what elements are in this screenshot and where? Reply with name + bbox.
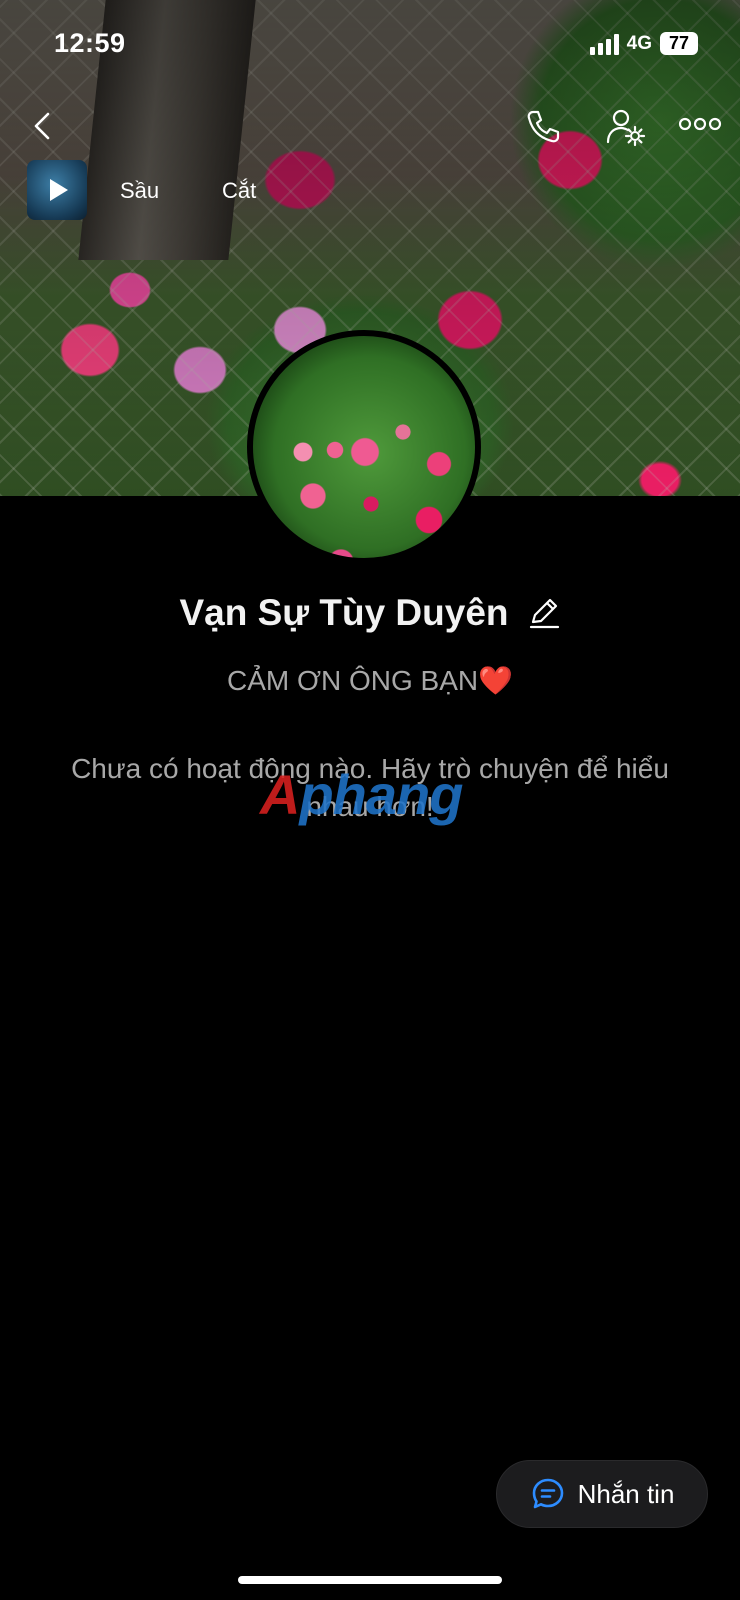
battery-level: 77 (660, 32, 698, 55)
music-artist[interactable]: Cắt (222, 178, 274, 204)
status-indicators: 4G 77 (589, 32, 698, 55)
phone-icon[interactable] (522, 106, 564, 148)
back-arrow-icon[interactable] (28, 108, 58, 144)
message-button-label: Nhắn tin (577, 1478, 675, 1509)
edit-pencil-icon[interactable] (527, 596, 561, 630)
signal-icon (589, 33, 619, 55)
chat-bubble-icon (532, 1478, 563, 1509)
network-type: 4G (626, 32, 652, 54)
profile-name-row: Vạn Sự Tùy Duyên (0, 592, 740, 634)
user-settings-icon[interactable] (604, 106, 646, 148)
music-thumbnail[interactable] (27, 160, 87, 220)
heart-emoji: ❤️ (478, 665, 513, 696)
music-title[interactable]: Sầu (120, 178, 159, 204)
bio-text: CẢM ƠN ÔNG BẠN (226, 665, 479, 696)
profile-bio: CẢM ƠN ÔNG BẠN❤️ (0, 664, 740, 697)
watermark-logo: Aphang (260, 763, 463, 826)
profile-name: Vạn Sự Tùy Duyên (179, 592, 509, 633)
more-options-icon[interactable] (678, 114, 722, 134)
status-time: 12:59 (54, 28, 126, 58)
message-button[interactable]: Nhắn tin (496, 1460, 708, 1528)
home-indicator[interactable] (238, 1576, 502, 1584)
play-icon[interactable] (42, 175, 72, 205)
avatar[interactable] (247, 330, 481, 564)
